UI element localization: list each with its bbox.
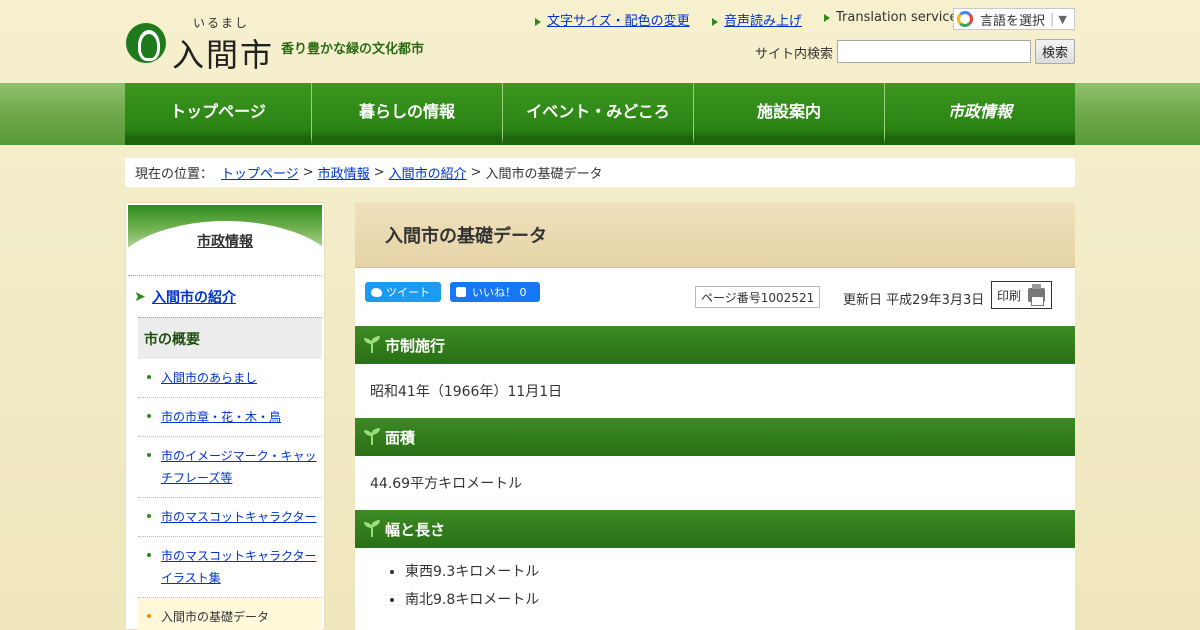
bullet-icon <box>147 514 151 518</box>
breadcrumb-link-city-info[interactable]: 市政情報 <box>318 163 370 182</box>
breadcrumb-sep: > <box>302 165 314 180</box>
breadcrumb-sep: > <box>373 165 385 180</box>
bullet-icon <box>147 553 151 557</box>
bullet-icon <box>147 375 151 379</box>
google-icon <box>957 11 973 27</box>
sprout-icon <box>363 336 381 354</box>
text-size-color-link[interactable]: 文字サイズ・配色の変更 <box>547 14 690 29</box>
bullet-icon <box>147 414 151 418</box>
util-link-voice: 音声読み上げ <box>712 10 802 29</box>
util-link-text-size: 文字サイズ・配色の変更 <box>535 10 690 29</box>
voice-reading-link[interactable]: 音声読み上げ <box>724 14 802 29</box>
breadcrumb: 現在の位置： トップページ > 市政情報 > 入間市の紹介 > 入間市の基礎デー… <box>125 158 1075 187</box>
triangle-right-icon <box>535 17 541 26</box>
language-select-label: 言語を選択 <box>980 13 1046 29</box>
language-select[interactable]: 言語を選択 | ▼ <box>953 8 1075 30</box>
select-divider: | <box>1050 11 1055 27</box>
nav-item-facilities[interactable]: 施設案内 <box>694 83 885 145</box>
section-heading-size: 幅と長さ <box>355 510 1075 548</box>
sidebar-heading-label: 市政情報 <box>197 234 253 250</box>
section-heading-label: 幅と長さ <box>385 520 446 539</box>
section-body-area: 44.69平方キロメートル <box>370 476 523 492</box>
page-number: ページ番号1002521 <box>695 286 821 308</box>
page-meta: ツイート いいね！ 0 ページ番号1002521 更新日 平成29年3月3日 印… <box>355 268 1075 326</box>
sidebar-subsection: 市の概要 <box>138 317 322 359</box>
breadcrumb-sep: > <box>470 165 482 180</box>
nav-item-city-info[interactable]: 市政情報 <box>885 83 1075 145</box>
sidebar-item-mascot-illust: 市のマスコットキャラクターイラスト集 <box>138 537 322 598</box>
search-label: サイト内検索 <box>755 47 834 62</box>
like-label: いいね！ 0 <box>472 286 527 299</box>
printer-icon <box>1028 284 1045 306</box>
sidebar-item-link[interactable]: 市の市章・花・木・鳥 <box>161 410 281 424</box>
section-heading-label: 面積 <box>385 428 416 447</box>
sidebar-section: ➤ 入間市の紹介 <box>128 275 322 317</box>
section-list-size: 東西9.3キロメートル 南北9.8キロメートル <box>355 548 1075 614</box>
sidebar-heading[interactable]: 市政情報 <box>128 205 322 273</box>
sidebar-item-basic-data: 入間市の基礎データ <box>138 598 322 630</box>
sidebar-item-link[interactable]: 市のマスコットキャラクター <box>161 510 317 524</box>
triangle-right-icon <box>712 17 718 26</box>
nav-item-top[interactable]: トップページ <box>125 83 312 145</box>
like-button[interactable]: いいね！ 0 <box>450 282 540 302</box>
print-button[interactable]: 印刷 <box>991 281 1052 309</box>
bullet-icon <box>147 614 151 618</box>
twitter-bird-icon <box>371 287 382 297</box>
logo-name: 入間市 <box>172 36 275 74</box>
sprout-icon <box>363 428 381 446</box>
sidebar-item-overview: 入間市のあらまし <box>138 359 322 398</box>
sidebar-item-mascot: 市のマスコットキャラクター <box>138 498 322 537</box>
sidebar-item-link[interactable]: 市のマスコットキャラクターイラスト集 <box>161 549 317 585</box>
sidebar: 市政情報 ➤ 入間市の紹介 市の概要 入間市のあらまし 市の市章・花・木・鳥 市… <box>125 202 325 630</box>
section-heading-label: 市制施行 <box>385 336 446 355</box>
translation-label-wrap: Translation service <box>824 10 958 25</box>
facebook-icon <box>456 287 466 297</box>
breadcrumb-link-top[interactable]: トップページ <box>221 163 299 182</box>
breadcrumb-link-intro[interactable]: 入間市の紹介 <box>389 163 467 182</box>
logo-ruby: いるまし <box>193 16 250 30</box>
tweet-button[interactable]: ツイート <box>365 282 441 302</box>
triangle-right-icon <box>824 13 830 22</box>
chevron-down-icon: ▼ <box>1058 12 1067 26</box>
sidebar-item-current-label: 入間市の基礎データ <box>161 610 270 624</box>
sidebar-item-link[interactable]: 入間市のあらまし <box>161 371 257 385</box>
section-heading-area: 面積 <box>355 418 1075 456</box>
tweet-label: ツイート <box>386 286 430 299</box>
nav-item-events[interactable]: イベント・みどころ <box>503 83 694 145</box>
sidebar-item-image-mark: 市のイメージマーク・キャッチフレーズ等 <box>138 437 322 498</box>
print-label: 印刷 <box>997 288 1022 303</box>
sidebar-item-link[interactable]: 市のイメージマーク・キャッチフレーズ等 <box>161 449 317 485</box>
sprout-icon <box>363 520 381 538</box>
search-button[interactable]: 検索 <box>1035 39 1075 64</box>
bullet-icon <box>147 453 151 457</box>
main-content: 入間市の基礎データ ツイート いいね！ 0 ページ番号1002521 更新日 平… <box>355 202 1075 630</box>
section-heading-city-status: 市制施行 <box>355 326 1075 364</box>
global-nav: トップページ 暮らしの情報 イベント・みどころ 施設案内 市政情報 <box>125 83 1075 145</box>
breadcrumb-label: 現在の位置： <box>135 167 214 182</box>
search-input[interactable] <box>837 40 1031 63</box>
arrow-right-icon: ➤ <box>134 288 146 305</box>
section-body-city-status: 昭和41年（1966年）11月1日 <box>370 384 563 400</box>
list-item: 東西9.3キロメートル <box>405 558 1075 586</box>
logo-tagline: 香り豊かな緑の文化都市 <box>281 42 425 57</box>
breadcrumb-current: 入間市の基礎データ <box>485 167 603 182</box>
nav-item-living[interactable]: 暮らしの情報 <box>312 83 503 145</box>
sidebar-section-link[interactable]: 入間市の紹介 <box>152 287 236 307</box>
translation-label: Translation service <box>836 10 958 25</box>
city-emblem-icon <box>126 23 166 63</box>
updated-date: 更新日 平成29年3月3日 <box>843 293 985 308</box>
site-header: いるまし 入間市 香り豊かな緑の文化都市 文字サイズ・配色の変更 音声読み上げ … <box>0 0 1200 83</box>
list-item: 南北9.8キロメートル <box>405 586 1075 614</box>
page-title: 入間市の基礎データ <box>355 202 1075 268</box>
sidebar-item-symbols: 市の市章・花・木・鳥 <box>138 398 322 437</box>
